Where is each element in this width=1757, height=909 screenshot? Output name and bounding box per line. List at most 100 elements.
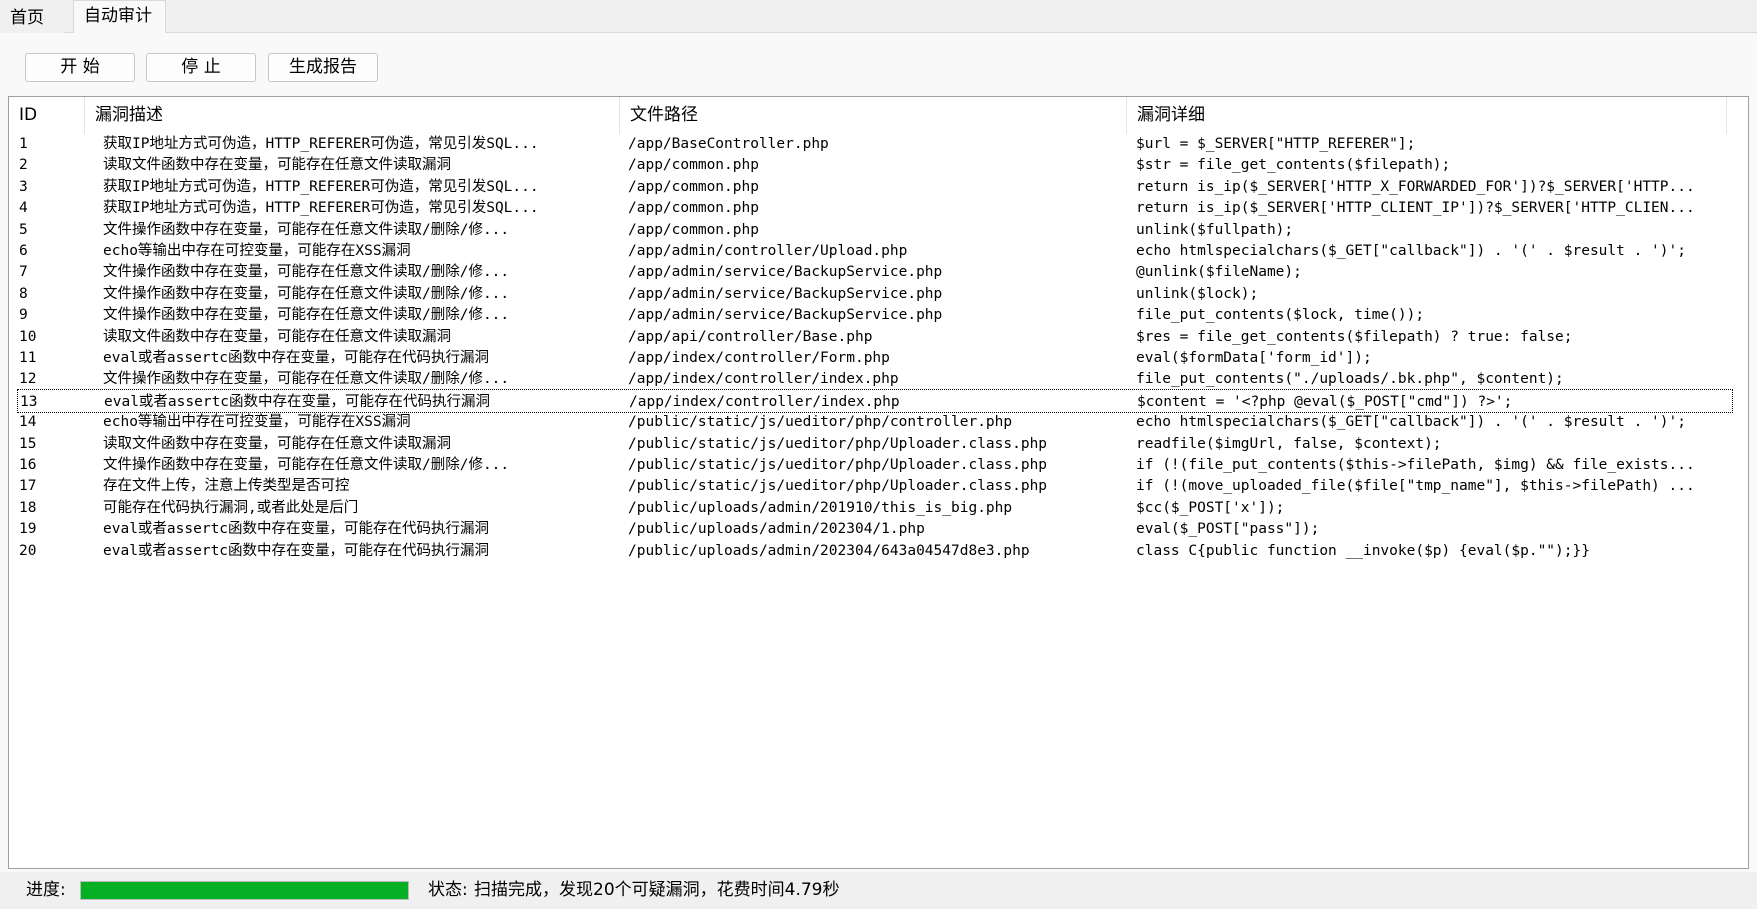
table-row[interactable]: 4 获取IP地址方式可伪造，HTTP_REFERER可伪造，常见引发SQL... /… (17, 196, 1733, 220)
table-row[interactable]: 17 存在文件上传，注意上传类型是否可控/public/static/js/ued… (17, 474, 1733, 498)
table-row[interactable]: 12 文件操作函数中存在变量，可能存在任意文件读取/删除/修... /app/ind… (17, 367, 1733, 391)
table-row[interactable]: 11 eval或者assertc函数中存在变量，可能存在代码执行漏洞/app/in… (17, 346, 1733, 370)
table-row[interactable]: 9 文件操作函数中存在变量，可能存在任意文件读取/删除/修... /app/admi… (17, 303, 1733, 327)
cell-description: 文件操作函数中存在变量，可能存在任意文件读取/删除/修... (103, 221, 510, 238)
column-header-description[interactable]: 漏洞描述 (85, 97, 620, 134)
table-row[interactable]: 18 可能存在代码执行漏洞,或者此处是后门/public/uploads/admi… (17, 496, 1733, 520)
generate-report-button[interactable]: 生成报告 (268, 53, 378, 82)
tab-home[interactable]: 首页 (0, 3, 64, 34)
cell-detail: return is_ip($_SERVER['HTTP_X_FORWARDED_… (1136, 178, 1695, 195)
table-row[interactable]: 2 读取文件函数中存在变量，可能存在任意文件读取漏洞/app/common.php… (17, 153, 1733, 177)
cell-file-path: /public/static/js/ueditor/php/controller… (628, 414, 1013, 431)
cell-file-path: /public/static/js/ueditor/php/Uploader.c… (628, 478, 1048, 495)
cell-detail: eval($_POST["pass"]); (1136, 521, 1320, 538)
cell-detail: if (!(file_put_contents($this->filePath,… (1136, 457, 1695, 473)
cell-id: 17 (19, 478, 37, 495)
cell-detail: class C{public function __invoke($p) {ev… (1136, 542, 1590, 559)
cell-id: 2 (19, 157, 28, 174)
cell-file-path: /public/uploads/admin/201910/this_is_big… (628, 499, 1013, 516)
cell-description: 文件操作函数中存在变量，可能存在任意文件读取/删除/修... (103, 285, 510, 302)
table-row[interactable]: 15 读取文件函数中存在变量，可能存在任意文件读取漏洞/public/static… (17, 432, 1733, 456)
cell-description: 文件操作函数中存在变量，可能存在任意文件读取/删除/修... (103, 457, 510, 473)
cell-detail: if (!(move_uploaded_file($file["tmp_name… (1136, 478, 1695, 495)
cell-file-path: /app/common.php (628, 200, 759, 217)
cell-description: 读取文件函数中存在变量，可能存在任意文件读取漏洞 (103, 328, 451, 345)
cell-description: 获取IP地址方式可伪造，HTTP_REFERER可伪造，常见引发SQL... (103, 200, 539, 217)
cell-id: 16 (19, 457, 37, 473)
column-header-detail[interactable]: 漏洞详细 (1127, 97, 1727, 134)
cell-file-path: /app/api/controller/Base.php (628, 328, 873, 345)
cell-description: 文件操作函数中存在变量，可能存在任意文件读取/删除/修... (103, 264, 510, 281)
column-header-file-path[interactable]: 文件路径 (620, 97, 1127, 134)
cell-description: echo等输出中存在可控变量，可能存在XSS漏洞 (103, 414, 411, 431)
status-bar: 进度: 状态: 扫描完成，发现20个可疑漏洞，花费时间4.79秒 (0, 872, 1757, 909)
cell-file-path: /public/static/js/ueditor/php/Uploader.c… (628, 435, 1048, 452)
table-row[interactable]: 20 eval或者assertc函数中存在变量，可能存在代码执行漏洞/public… (17, 539, 1733, 563)
cell-detail: unlink($lock); (1136, 285, 1259, 302)
cell-id: 12 (19, 371, 37, 388)
table-row[interactable]: 14 echo等输出中存在可控变量，可能存在XSS漏洞/public/static… (17, 410, 1733, 434)
cell-detail: return is_ip($_SERVER['HTTP_CLIENT_IP'])… (1136, 200, 1695, 217)
table-header: ID 漏洞描述 文件路径 漏洞详细 (9, 97, 1748, 134)
cell-detail: @unlink($fileName); (1136, 264, 1302, 281)
cell-detail: echo htmlspecialchars($_GET["callback"])… (1136, 414, 1686, 431)
table-row[interactable]: 6 echo等输出中存在可控变量，可能存在XSS漏洞/app/admin/cont… (17, 239, 1733, 263)
table-row[interactable]: 13 eval或者assertc函数中存在变量，可能存在代码执行漏洞/app/in… (17, 388, 1733, 413)
cell-id: 9 (19, 307, 28, 324)
table-row[interactable]: 10 读取文件函数中存在变量，可能存在任意文件读取漏洞/app/api/contr… (17, 325, 1733, 349)
cell-description: 可能存在代码执行漏洞,或者此处是后门 (103, 499, 359, 516)
cell-id: 11 (19, 350, 37, 366)
tab-auto-audit[interactable]: 自动审计 (73, 0, 166, 34)
table-row[interactable]: 3 获取IP地址方式可伪造，HTTP_REFERER可伪造，常见引发SQL... /… (17, 175, 1733, 199)
cell-file-path: /app/index/controller/Form.php (628, 350, 890, 366)
cell-id: 6 (19, 243, 28, 259)
table-row[interactable]: 16 文件操作函数中存在变量，可能存在任意文件读取/删除/修... /public/… (17, 453, 1733, 477)
progress-bar-fill (81, 882, 408, 899)
cell-file-path: /app/common.php (628, 178, 759, 195)
cell-detail: $cc($_POST['x']); (1136, 499, 1285, 516)
cell-detail: echo htmlspecialchars($_GET["callback"])… (1136, 243, 1686, 259)
results-table[interactable]: ID 漏洞描述 文件路径 漏洞详细 1 获取IP地址方式可伪造，HTTP_REFE… (8, 96, 1749, 869)
cell-detail: readfile($imgUrl, false, $context); (1136, 435, 1442, 452)
cell-file-path: /app/BaseController.php (628, 136, 829, 152)
cell-id: 19 (19, 521, 37, 538)
cell-description: eval或者assertc函数中存在变量，可能存在代码执行漏洞 (103, 350, 490, 366)
cell-file-path: /app/admin/controller/Upload.php (628, 243, 908, 259)
cell-file-path: /app/admin/service/BackupService.php (628, 307, 943, 324)
cell-description: 获取IP地址方式可伪造，HTTP_REFERER可伪造，常见引发SQL... (103, 136, 539, 152)
cell-id: 18 (19, 499, 37, 516)
column-header-id[interactable]: ID (9, 97, 85, 134)
cell-description: echo等输出中存在可控变量，可能存在XSS漏洞 (103, 243, 411, 259)
status-text: 扫描完成，发现20个可疑漏洞，花费时间4.79秒 (474, 880, 840, 900)
table-row[interactable]: 7 文件操作函数中存在变量，可能存在任意文件读取/删除/修... /app/admi… (17, 260, 1733, 284)
cell-detail: $res = file_get_contents($filepath) ? tr… (1136, 328, 1573, 345)
cell-description: 文件操作函数中存在变量，可能存在任意文件读取/删除/修... (103, 307, 510, 324)
cell-description: eval或者assertc函数中存在变量，可能存在代码执行漏洞 (103, 521, 490, 538)
table-row[interactable]: 1 获取IP地址方式可伪造，HTTP_REFERER可伪造，常见引发SQL... /… (17, 132, 1733, 156)
cell-description: 读取文件函数中存在变量，可能存在任意文件读取漏洞 (103, 157, 451, 174)
stop-button[interactable]: 停 止 (146, 53, 256, 82)
cell-detail: $url = $_SERVER["HTTP_REFERER"]; (1136, 136, 1416, 152)
table-row[interactable]: 8 文件操作函数中存在变量，可能存在任意文件读取/删除/修... /app/admi… (17, 282, 1733, 306)
cell-file-path: /app/common.php (628, 157, 759, 174)
progress-label: 进度: (26, 880, 66, 900)
cell-file-path: /app/index/controller/index.php (628, 371, 899, 388)
cell-id: 3 (19, 178, 28, 195)
cell-id: 20 (19, 542, 37, 559)
cell-description: 读取文件函数中存在变量，可能存在任意文件读取漏洞 (103, 435, 451, 452)
cell-file-path: /app/admin/service/BackupService.php (628, 285, 943, 302)
cell-description: 文件操作函数中存在变量，可能存在任意文件读取/删除/修... (103, 371, 510, 388)
cell-description: eval或者assertc函数中存在变量，可能存在代码执行漏洞 (103, 542, 490, 559)
cell-id: 10 (19, 328, 37, 345)
table-row[interactable]: 19 eval或者assertc函数中存在变量，可能存在代码执行漏洞/public… (17, 517, 1733, 541)
table-row[interactable]: 5 文件操作函数中存在变量，可能存在任意文件读取/删除/修... /app/comm… (17, 218, 1733, 242)
cell-detail: eval($formData['form_id']); (1136, 350, 1372, 366)
progress-bar (80, 881, 409, 900)
status-label: 状态: (428, 880, 468, 900)
tab-bar: 首页 自动审计 (0, 0, 1757, 34)
cell-file-path: /public/static/js/ueditor/php/Uploader.c… (628, 457, 1048, 473)
start-button[interactable]: 开 始 (25, 53, 135, 82)
cell-id: 14 (19, 414, 37, 431)
cell-id: 7 (19, 264, 28, 281)
cell-id: 4 (19, 200, 28, 217)
